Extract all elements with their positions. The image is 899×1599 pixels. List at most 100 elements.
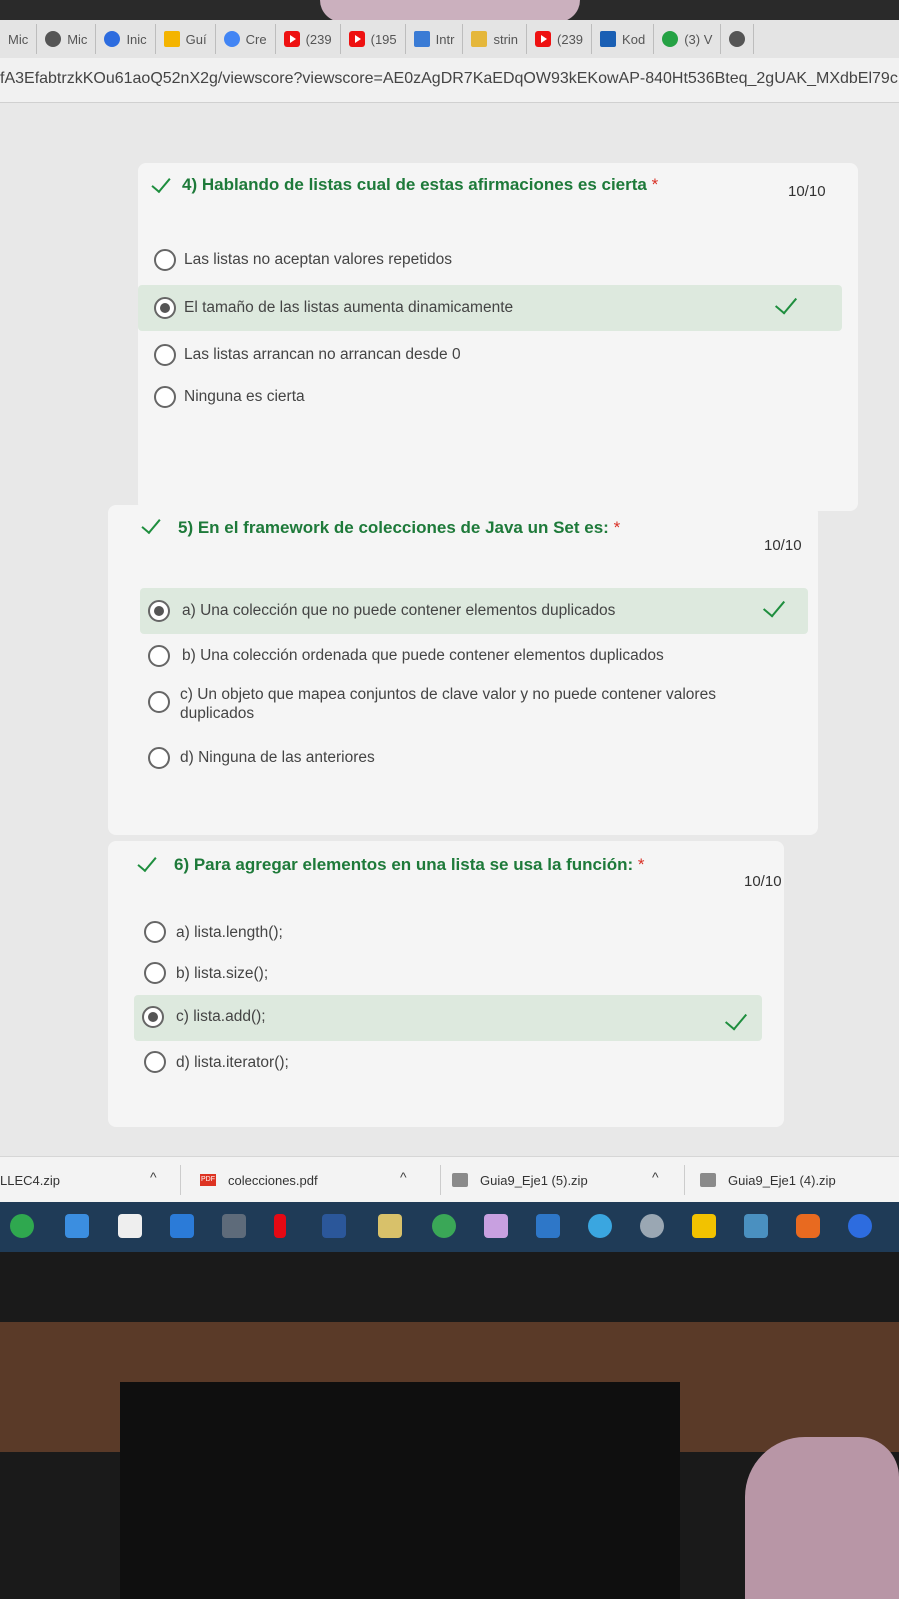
- browser-tab[interactable]: Guí: [156, 24, 216, 54]
- radio-button[interactable]: [154, 386, 176, 408]
- radio-button-selected[interactable]: [142, 1006, 164, 1028]
- windows-taskbar: [0, 1202, 899, 1252]
- chevron-up-icon[interactable]: ^: [150, 1169, 157, 1185]
- radio-button[interactable]: [144, 962, 166, 984]
- chevron-up-icon[interactable]: ^: [400, 1169, 407, 1185]
- settings-icon[interactable]: [640, 1214, 664, 1238]
- download-item[interactable]: Guia9_Eje1 (4).zip: [700, 1157, 899, 1203]
- radio-button[interactable]: [148, 747, 170, 769]
- radio-button-selected[interactable]: [154, 297, 176, 319]
- browser-tab[interactable]: (239: [527, 24, 593, 54]
- answer-option[interactable]: c) Un objeto que mapea conjuntos de clav…: [138, 681, 802, 735]
- answer-option[interactable]: Ninguna es cierta: [154, 375, 842, 419]
- browser-tab[interactable]: [721, 24, 755, 54]
- option-label: a) lista.length();: [176, 924, 283, 941]
- paint-icon[interactable]: [484, 1214, 508, 1238]
- correct-check-icon: [142, 517, 164, 531]
- netflix-icon[interactable]: [274, 1214, 286, 1238]
- download-filename: LLEC4.zip: [0, 1172, 60, 1188]
- monitor-bezel: [0, 0, 899, 22]
- calculator-icon[interactable]: [222, 1214, 246, 1238]
- correct-answer-icon: [762, 594, 786, 618]
- answer-option-selected[interactable]: c) lista.add();: [134, 995, 762, 1041]
- required-mark: *: [637, 855, 645, 874]
- download-filename: Guia9_Eje1 (4).zip: [728, 1172, 836, 1188]
- ie-icon[interactable]: [588, 1214, 612, 1238]
- browser-tab[interactable]: Kod: [592, 24, 655, 54]
- notepad-icon[interactable]: [378, 1214, 402, 1238]
- browser-tab[interactable]: Mic: [37, 24, 97, 54]
- radio-button[interactable]: [148, 645, 170, 667]
- browser-tab[interactable]: Inic: [96, 24, 156, 54]
- radio-button[interactable]: [154, 344, 176, 366]
- browser-tab[interactable]: Cre: [216, 24, 276, 54]
- answer-option[interactable]: Las listas no aceptan valores repetidos: [154, 238, 842, 282]
- browser-tab[interactable]: (3) V: [654, 24, 722, 54]
- monitor-stand: [120, 1382, 680, 1599]
- mail-icon[interactable]: [65, 1214, 89, 1238]
- correct-check-icon: [152, 176, 174, 190]
- answer-option[interactable]: d) Ninguna de las anteriores: [138, 737, 802, 781]
- option-label: Las listas no aceptan valores repetidos: [184, 251, 452, 268]
- download-item[interactable]: PDF colecciones.pdf ^: [200, 1157, 441, 1203]
- monitor-icon[interactable]: [744, 1214, 768, 1238]
- tab-label: Mic: [8, 31, 29, 47]
- radio-button[interactable]: [154, 249, 176, 271]
- answer-option[interactable]: b) lista.size();: [138, 954, 768, 994]
- tab-label: Inic: [126, 31, 147, 47]
- download-item[interactable]: LLEC4.zip ^: [0, 1157, 181, 1203]
- google-icon: [223, 31, 240, 47]
- answer-option-selected[interactable]: a) Una colección que no puede contener e…: [140, 588, 808, 634]
- tab-label: Mic: [67, 31, 88, 47]
- radio-button-selected[interactable]: [148, 600, 170, 622]
- browser-tab[interactable]: Intr: [406, 24, 464, 54]
- radio-button[interactable]: [144, 1051, 166, 1073]
- question-card-6: 6) Para agregar elementos en una lista s…: [108, 841, 784, 1127]
- store-icon[interactable]: [170, 1214, 194, 1238]
- required-mark: *: [613, 518, 621, 537]
- folder-icon: [471, 31, 488, 47]
- answer-option[interactable]: b) Una colección ordenada que puede cont…: [138, 635, 802, 679]
- browser-tab[interactable]: strin: [463, 24, 528, 54]
- office-icon[interactable]: [796, 1214, 820, 1238]
- edge-icon[interactable]: [10, 1214, 34, 1238]
- browser-tab[interactable]: (239: [276, 24, 341, 54]
- tab-label: (195: [370, 31, 397, 47]
- correct-answer-icon: [724, 1007, 748, 1031]
- question-title: 4) Hablando de listas cual de estas afir…: [182, 175, 659, 194]
- pdf-icon: PDF: [200, 1174, 216, 1186]
- question-score: 10/10: [788, 183, 826, 200]
- whatsapp-icon: [662, 31, 679, 47]
- option-label: c) lista.add();: [176, 1008, 266, 1025]
- chevron-up-icon[interactable]: ^: [652, 1169, 659, 1185]
- photos-icon[interactable]: [536, 1214, 560, 1238]
- option-label: Ninguna es cierta: [184, 388, 305, 405]
- tab-label: (239: [305, 31, 332, 47]
- warning-icon[interactable]: [692, 1214, 716, 1238]
- word-icon[interactable]: [322, 1214, 346, 1238]
- tab-label: Kod: [622, 31, 646, 47]
- desk-scene: [0, 1252, 899, 1599]
- option-label: d) lista.iterator();: [176, 1054, 289, 1071]
- answer-option-selected[interactable]: El tamaño de las listas aumenta dinamica…: [138, 285, 842, 331]
- form-results-page: 4) Hablando de listas cual de estas afir…: [0, 103, 899, 1156]
- chrome-icon[interactable]: [432, 1214, 456, 1238]
- browser-tab[interactable]: Mic: [0, 24, 38, 54]
- address-bar[interactable]: fA3EfabtrzkKOu61aoQ52nX2g/viewscore?view…: [0, 58, 899, 103]
- download-item[interactable]: Guia9_Eje1 (5).zip ^: [452, 1157, 692, 1203]
- downloads-bar: LLEC4.zip ^ PDF colecciones.pdf ^ Guia9_…: [0, 1156, 899, 1203]
- answer-option[interactable]: a) lista.length();: [138, 913, 768, 953]
- option-label: Las listas arrancan no arrancan desde 0: [184, 346, 461, 363]
- radio-button[interactable]: [144, 921, 166, 943]
- zoom-icon[interactable]: [848, 1214, 872, 1238]
- browser-tab[interactable]: (195: [341, 24, 406, 54]
- radio-button[interactable]: [148, 691, 170, 713]
- answer-option[interactable]: d) lista.iterator();: [138, 1043, 768, 1083]
- browser-tab-bar: Mic Mic Inic Guí Cre (239 (195 Intr stri…: [0, 20, 899, 58]
- youtube-icon: [283, 31, 300, 47]
- required-mark: *: [651, 175, 659, 194]
- question-title: 5) En el framework de colecciones de Jav…: [178, 518, 621, 537]
- amazon-icon[interactable]: [118, 1214, 142, 1238]
- youtube-icon: [348, 31, 365, 47]
- answer-option[interactable]: Las listas arrancan no arrancan desde 0: [154, 333, 842, 377]
